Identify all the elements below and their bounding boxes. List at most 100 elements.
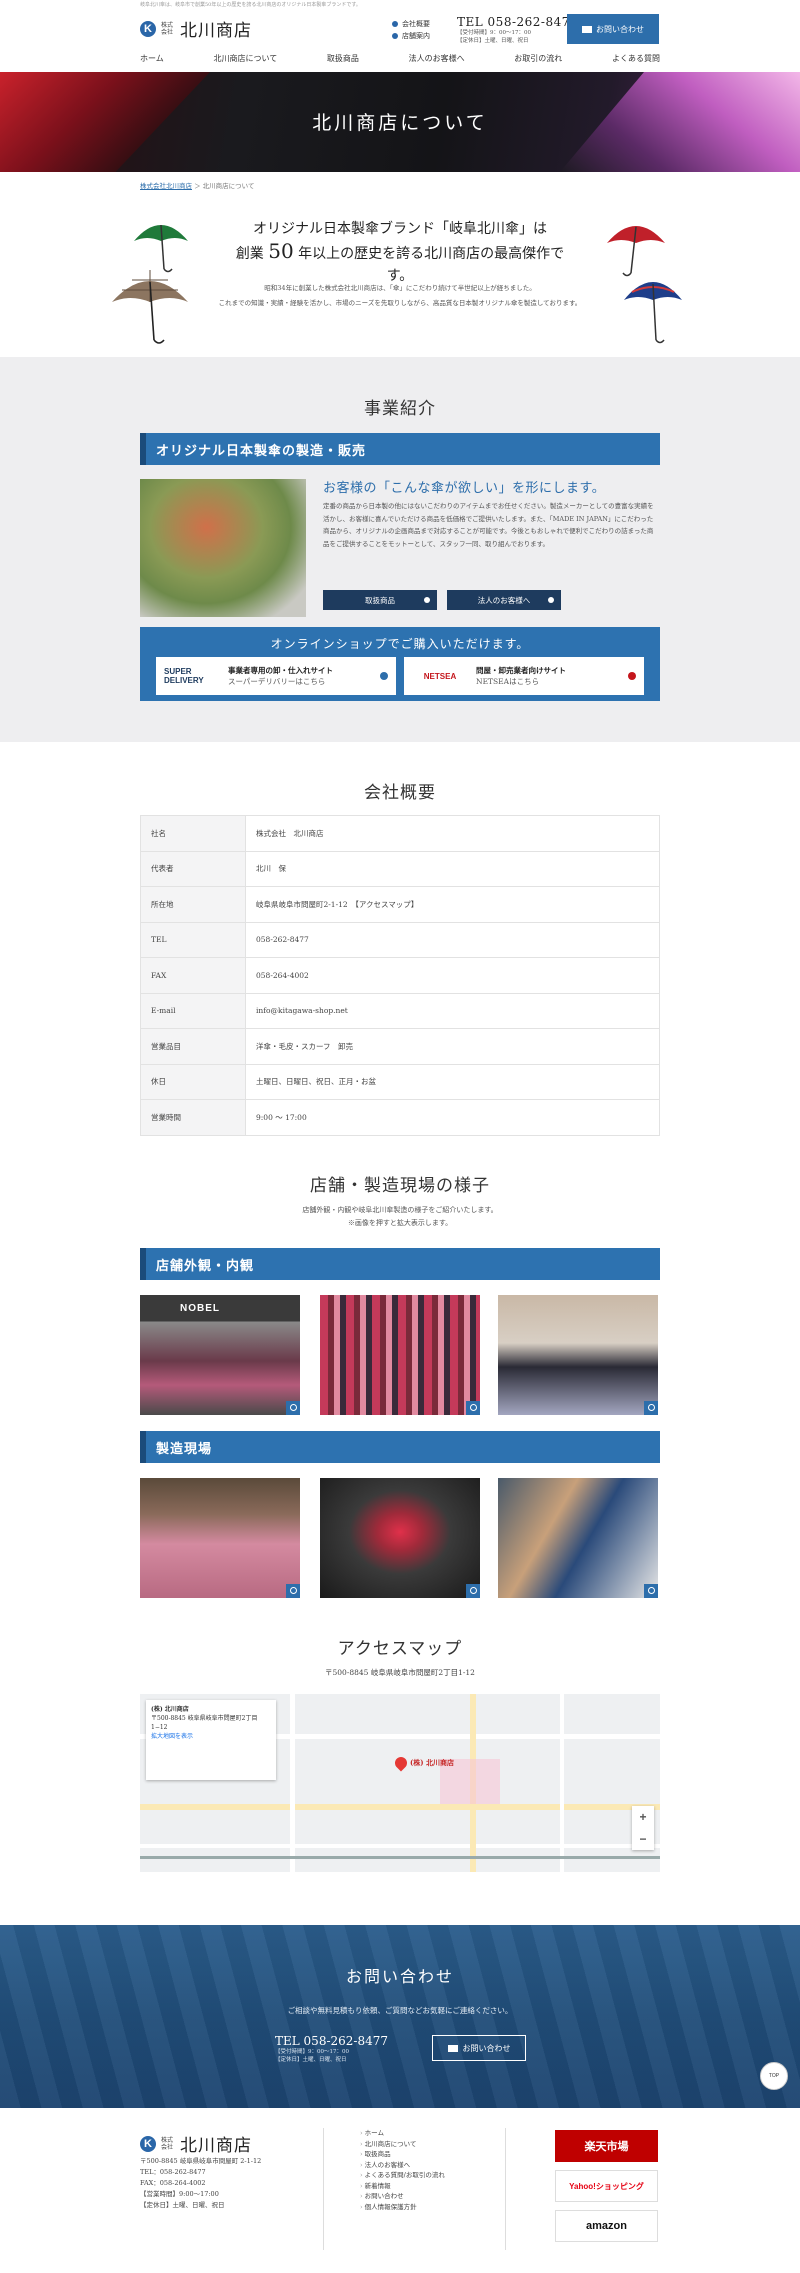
- rakuten-banner[interactable]: 楽天市場: [555, 2130, 658, 2162]
- zoom-in-icon[interactable]: +: [632, 1806, 654, 1828]
- map-enlarge-link[interactable]: 拡大地図を表示: [151, 1732, 271, 1741]
- footer-link[interactable]: 法人のお客様へ: [360, 2160, 445, 2171]
- header-tel: TEL 058-262-8477 【受付時間】9：00～17：00 【定休日】土…: [457, 15, 578, 45]
- arrow-icon: [628, 672, 636, 680]
- access-address: 〒500-8845 岐阜県岐阜市問屋町2丁目1-12: [325, 1668, 475, 1677]
- company-row: 所在地 岐阜県岐阜市問屋町2-1-12 【アクセスマップ】: [140, 886, 660, 923]
- zoom-icon: [466, 1401, 480, 1415]
- zoom-out-icon[interactable]: −: [632, 1828, 654, 1850]
- header-note: 岐阜北川傘は、岐阜市で創業50年以上の歴史を誇る北川商店のオリジナル日本製傘ブラ…: [140, 2, 361, 8]
- intro-line-1: オリジナル日本製傘ブランド「岐阜北川傘」は: [253, 221, 547, 237]
- factory-photo-1[interactable]: [140, 1478, 300, 1598]
- company-row-label: 所在地: [140, 886, 246, 923]
- store-photo-interior-2[interactable]: [498, 1295, 658, 1415]
- company-row-value: info@kitagawa-shop.net: [245, 992, 660, 1029]
- contact-section: お問い合わせ ご相談や無料見積もり依頼、ご質問などお気軽にご連絡ください。 TE…: [0, 1925, 800, 2108]
- envelope-icon: [447, 2044, 458, 2052]
- nav-products[interactable]: 取扱商品: [327, 53, 359, 64]
- header-links: 会社概要 店舗案内: [392, 18, 430, 42]
- amazon-banner[interactable]: amazon: [555, 2210, 658, 2242]
- arrow-icon: [548, 597, 554, 603]
- breadcrumb-separator: ＞: [194, 182, 201, 190]
- business-title: 事業紹介: [364, 399, 436, 419]
- header-tel-number[interactable]: TEL 058-262-8477: [457, 15, 578, 29]
- zoom-icon: [466, 1584, 480, 1598]
- nav-home[interactable]: ホーム: [140, 53, 164, 64]
- intro-text: 昭和34年に創業した株式会社北川商店は、「傘」にこだわり続けて半世紀以上が経ちま…: [218, 284, 582, 307]
- superdelivery-logo: SUPER DELIVERY: [164, 667, 204, 685]
- breadcrumb-current: 北川商店について: [202, 182, 255, 190]
- company-row: TEL 058-262-8477: [140, 921, 660, 958]
- header-link-company[interactable]: 会社概要: [392, 18, 430, 30]
- bullet-icon: [392, 33, 398, 39]
- map-pin-icon[interactable]: [392, 1754, 410, 1772]
- company-row: 営業時間 9:00 ～ 17:00: [140, 1099, 660, 1136]
- footer-link[interactable]: よくある質問/お取引の流れ: [360, 2170, 445, 2181]
- factory-bar: 製造現場: [140, 1431, 660, 1463]
- footer-logo[interactable]: K 株式会社 北川商店: [140, 2131, 252, 2156]
- company-row-value: 土曜日、日曜日、祝日、正月・お盆: [245, 1063, 660, 1100]
- zoom-icon: [286, 1401, 300, 1415]
- logo-small-text: 株式会社: [161, 21, 174, 36]
- arrow-icon: [380, 672, 388, 680]
- store-bar: 店舗外観・内観: [140, 1248, 660, 1280]
- company-row-label: FAX: [140, 957, 246, 994]
- business-bar: オリジナル日本製傘の製造・販売: [140, 433, 660, 465]
- factory-photo-3[interactable]: [498, 1478, 658, 1598]
- footer-link[interactable]: 取扱商品: [360, 2149, 445, 2160]
- netsea-logo: NETSEA: [423, 671, 457, 681]
- header-hours: 【受付時間】9：00～17：00: [457, 30, 531, 36]
- company-row-value: 洋傘・毛皮・スカーフ 卸売: [245, 1028, 660, 1065]
- company-row-value: 岐阜県岐阜市問屋町2-1-12 【アクセスマップ】: [245, 886, 660, 923]
- nav-about[interactable]: 北川商店について: [213, 53, 277, 64]
- green-umbrella-image: [134, 224, 188, 273]
- company-row: E-mail info@kitagawa-shop.net: [140, 992, 660, 1029]
- online-shop-heading: オンラインショップでご購入いただけます。: [270, 637, 530, 651]
- footer-link[interactable]: ホーム: [360, 2128, 445, 2139]
- nav-flow[interactable]: お取引の流れ: [514, 53, 562, 64]
- contact-button[interactable]: お問い合わせ: [432, 2035, 526, 2061]
- superdelivery-link[interactable]: SUPER DELIVERY 事業者専用の卸・仕入れサイト スーパーデリバリーはこ…: [156, 657, 396, 695]
- company-row-label: 社名: [140, 815, 246, 852]
- footer-link[interactable]: お問い合わせ: [360, 2191, 445, 2202]
- company-row: FAX 058-264-4002: [140, 957, 660, 994]
- page-hero: 北川商店について: [0, 72, 800, 172]
- company-row-label: 営業時間: [140, 1099, 246, 1136]
- contact-tel-number[interactable]: TEL 058-262-8477: [275, 2034, 388, 2048]
- contact-title: お問い合わせ: [345, 1967, 454, 1986]
- products-button[interactable]: 取扱商品: [323, 590, 437, 610]
- footer-links: ホーム 北川商店について 取扱商品 法人のお客様へ よくある質問/お取引の流れ …: [360, 2128, 445, 2212]
- corporate-button[interactable]: 法人のお客様へ: [447, 590, 561, 610]
- envelope-icon: [582, 25, 592, 33]
- site-logo[interactable]: K 株式会社 北川商店: [140, 16, 252, 41]
- business-heading: お客様の「こんな傘が欲しい」を形にします。: [323, 481, 606, 496]
- company-table: 社名 株式会社 北川商店 代表者 北川 保所在地 岐阜県岐阜市問屋町2-1-12 【アク…: [140, 815, 660, 1136]
- footer-link[interactable]: 個人情報保護方針: [360, 2202, 445, 2213]
- factory-photo-2[interactable]: [320, 1478, 480, 1598]
- store-photo-interior-1[interactable]: [320, 1295, 480, 1415]
- yahoo-shopping-banner[interactable]: Yahoo!ショッピング: [555, 2170, 658, 2202]
- global-nav: ホーム 北川商店について 取扱商品 法人のお客様へ お取引の流れ よくある質問: [140, 53, 660, 64]
- logo-mark-icon: K: [140, 20, 156, 37]
- logo-name: 北川商店: [180, 21, 252, 41]
- breadcrumb-home[interactable]: 株式会社北川商店: [140, 182, 192, 190]
- google-map[interactable]: (株) 北川商店 〒500-8845 岐阜県岐阜市問屋町2丁目1−12 拡大地図…: [140, 1694, 660, 1872]
- header-link-store[interactable]: 店舗案内: [392, 30, 430, 42]
- footer-link[interactable]: 新着情報: [360, 2181, 445, 2192]
- contact-tel: TEL 058-262-8477 【受付時間】9：00～17：00 【定休日】土…: [275, 2034, 389, 2063]
- company-row-value: 9:00 ～ 17:00: [245, 1099, 660, 1136]
- map-zoom-control[interactable]: + −: [632, 1806, 654, 1850]
- netsea-link[interactable]: NETSEA 問屋・卸売業者向けサイト NETSEAはこちら: [404, 657, 644, 695]
- header-contact-button[interactable]: お問い合わせ: [567, 14, 659, 44]
- contact-subtitle: ご相談や無料見積もり依頼、ご質問などお気軽にご連絡ください。: [287, 2006, 513, 2015]
- store-photo-exterior[interactable]: NOBEL: [140, 1295, 300, 1415]
- zoom-icon: [644, 1401, 658, 1415]
- business-body: 定番の商品から日本製の他にはないこだわりのアイテムまでお任せください。製造メーカ…: [323, 502, 654, 548]
- back-to-top-button[interactable]: TOP: [760, 2062, 788, 2090]
- footer-link[interactable]: 北川商店について: [360, 2139, 445, 2150]
- company-row-label: 営業品目: [140, 1028, 246, 1065]
- nav-faq[interactable]: よくある質問: [612, 53, 660, 64]
- company-row-value: 058-262-8477: [245, 921, 660, 958]
- nav-corporate[interactable]: 法人のお客様へ: [409, 53, 465, 64]
- header-holiday: 【定休日】土曜、日曜、祝日: [457, 38, 529, 44]
